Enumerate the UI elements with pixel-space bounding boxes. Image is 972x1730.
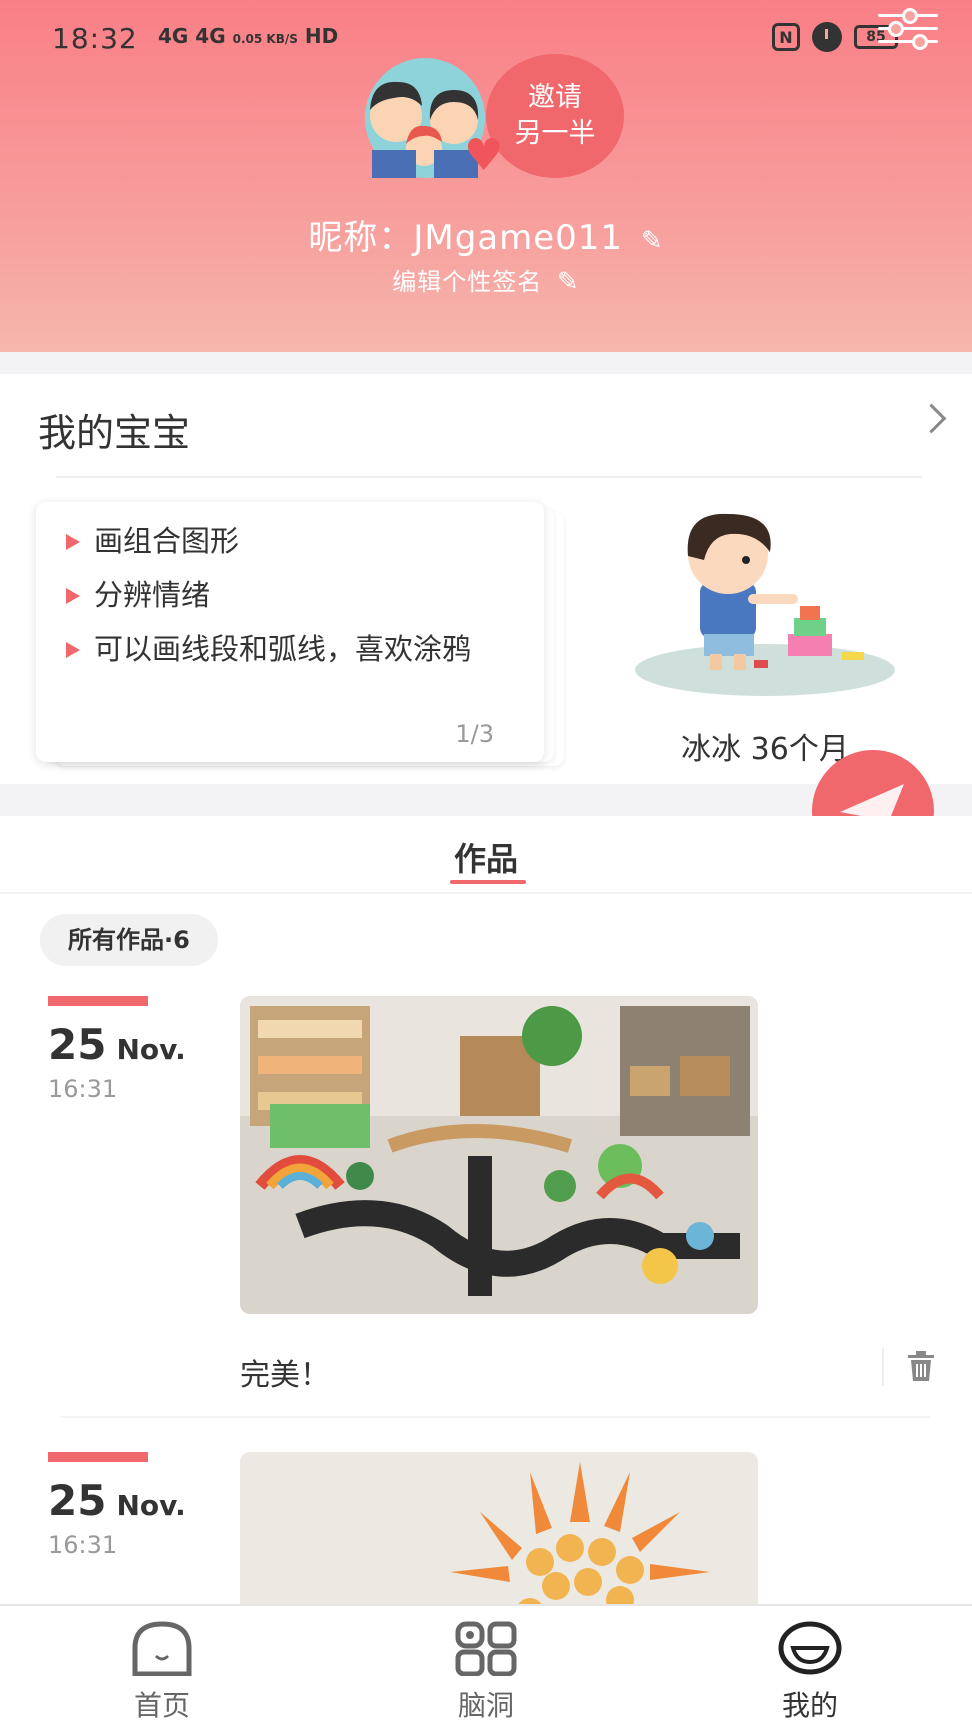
smiley-profile-icon	[778, 1621, 842, 1675]
my-baby-title[interactable]: 我的宝宝	[38, 402, 190, 457]
nav-mine-label: 我的	[781, 1689, 838, 1722]
divider	[56, 476, 922, 478]
entry-time: 16:31	[48, 1075, 118, 1103]
network-speed: 0.05 KB/S	[232, 32, 298, 46]
edit-pencil-icon[interactable]: ✎	[641, 226, 664, 256]
date-accent-bar	[48, 1452, 148, 1462]
work-photo[interactable]	[240, 1452, 758, 1604]
chevron-right-icon[interactable]	[916, 403, 947, 434]
invite-partner-button[interactable]: 邀请 另一半	[486, 54, 624, 178]
heart-icon: ♥	[464, 130, 504, 181]
triangle-bullet-icon	[66, 642, 80, 658]
tips-pager: 1/3	[455, 720, 494, 748]
work-photo[interactable]	[240, 996, 758, 1314]
grid-apps-icon	[455, 1621, 517, 1677]
entry-month: Nov.	[116, 1033, 186, 1066]
settings-sliders-icon[interactable]	[878, 4, 938, 54]
alarm-icon	[812, 22, 842, 52]
works-list: 所有作品·6 25 Nov. 16:31 完美！ 25 Nov. 16:31	[0, 894, 972, 1604]
baby-illustration[interactable]	[630, 502, 900, 702]
entry-time: 16:31	[48, 1531, 118, 1559]
tip-item: 画组合图形	[66, 522, 506, 560]
nav-mine[interactable]: 我的	[730, 1620, 890, 1724]
profile-header: 18:32 4G 4G 0.05 KB/S HD N 85 邀请 另一半 ♥ 昵…	[0, 0, 972, 352]
tip-item: 分辨情绪	[66, 576, 506, 614]
invite-line2: 另一半	[514, 118, 596, 149]
triangle-bullet-icon	[66, 588, 80, 604]
divider	[882, 1348, 884, 1386]
work-entry-date: 25 Nov. 16:31	[48, 1452, 186, 1559]
invite-line1: 邀请	[528, 82, 582, 113]
nav-brainstorm-label: 脑洞	[457, 1689, 514, 1722]
tips-list: 画组合图形 分辨情绪 可以画线段和弧线，喜欢涂鸦	[66, 522, 506, 684]
all-works-filter-chip[interactable]: 所有作品·6	[40, 914, 218, 966]
entry-day: 25	[48, 1476, 107, 1525]
nickname-row[interactable]: 昵称：JMgame011 ✎	[0, 210, 972, 259]
status-time: 18:32	[52, 22, 138, 55]
date-accent-bar	[48, 996, 148, 1006]
tab-works[interactable]: 作品	[0, 834, 972, 880]
home-ghost-icon	[132, 1621, 192, 1677]
bottom-navigation: 首页 脑洞 我的	[0, 1604, 972, 1730]
tab-active-indicator	[450, 880, 526, 884]
signature-text: 编辑个性签名	[392, 268, 543, 296]
triangle-bullet-icon	[66, 534, 80, 550]
nav-brainstorm[interactable]: 脑洞	[406, 1620, 566, 1724]
entry-month: Nov.	[116, 1489, 186, 1522]
entry-separator	[60, 1416, 930, 1418]
network-label: 4G 4G	[158, 24, 226, 48]
work-caption: 完美！	[240, 1358, 330, 1393]
development-tips-card[interactable]: 画组合图形 分辨情绪 可以画线段和弧线，喜欢涂鸦 1/3	[36, 502, 544, 762]
trash-icon[interactable]	[906, 1350, 936, 1382]
nav-home-label: 首页	[133, 1689, 190, 1722]
tip-item: 可以画线段和弧线，喜欢涂鸦	[66, 630, 506, 668]
nav-home[interactable]: 首页	[82, 1620, 242, 1724]
work-entry-date: 25 Nov. 16:31	[48, 996, 186, 1103]
nickname-text: 昵称：JMgame011	[308, 218, 624, 258]
nfc-icon: N	[772, 23, 800, 51]
my-baby-card: 我的宝宝 画组合图形 分辨情绪 可以画线段和弧线，喜欢涂鸦 1/3 冰冰 36个…	[0, 374, 972, 872]
works-tab-bar: 作品	[0, 816, 972, 894]
status-network: 4G 4G 0.05 KB/S HD	[158, 24, 338, 48]
edit-pencil-icon[interactable]: ✎	[557, 267, 580, 297]
entry-day: 25	[48, 1020, 107, 1069]
signature-row[interactable]: 编辑个性签名 ✎	[0, 262, 972, 297]
hd-label: HD	[304, 24, 339, 48]
